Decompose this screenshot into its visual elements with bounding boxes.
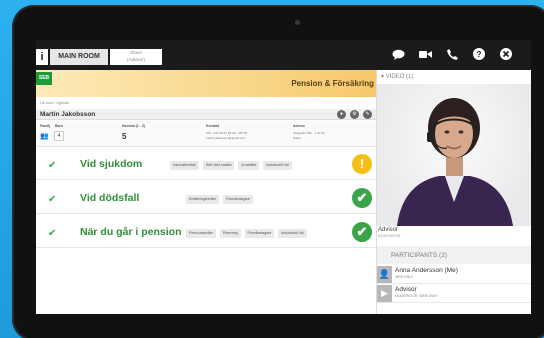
warning-icon: ! xyxy=(352,154,372,174)
chip[interactable]: Förmånstagare xyxy=(244,229,275,238)
breadcrumb[interactable]: Lär kunn › Agenda xyxy=(40,101,69,105)
row-chips: Inkomstbortfall Rätt vård snabbt Invalid… xyxy=(170,161,292,170)
video-camera-icon: ▶ xyxy=(377,285,392,302)
check-icon: ✔ xyxy=(48,194,57,205)
row-nar-du-gar-i-pension[interactable]: ✔ När du går i pension Pensionsnivåer Pl… xyxy=(36,218,376,248)
participant-row[interactable]: ▶ Advisor MODERATOR, WEB ONLY xyxy=(377,284,531,303)
kontakt-label: Kontakt xyxy=(206,124,220,128)
chip[interactable]: Invaliditet xyxy=(238,161,260,170)
background: i MAIN ROOM Share (Advisor) ? SEB Pensio… xyxy=(0,0,544,338)
chip[interactable]: Förmånstagare xyxy=(223,195,253,204)
participant-info: Advisor MODERATOR, WEB ONLY xyxy=(395,286,438,300)
settings-icon[interactable]: ⚙ xyxy=(350,110,359,119)
kontakt-email: martin.jakobsson@gmail.com xyxy=(206,136,246,140)
checkmark-circle-icon: ✔ xyxy=(352,222,372,242)
participant-role: MODERATOR, WEB ONLY xyxy=(395,294,438,298)
chip[interactable]: Rätt vård snabbt xyxy=(202,161,235,170)
barn-label: Barn xyxy=(55,124,63,128)
row-title: Vid sjukdom xyxy=(80,158,143,170)
video-header[interactable]: ▾ VIDEO (1) xyxy=(381,73,413,80)
video-feed[interactable] xyxy=(377,84,531,226)
familj-label: Familj xyxy=(40,124,51,128)
row-chips: Pensionsnivåer Placering Förmånstagare I… xyxy=(186,229,307,238)
person-name: Martin Jakobsson xyxy=(40,111,96,118)
video-header-label: VIDEO (1) xyxy=(385,74,414,80)
edit-icon[interactable]: ✎ xyxy=(363,110,372,119)
check-icon: ✔ xyxy=(48,160,57,171)
phone-icon[interactable] xyxy=(445,47,459,61)
top-bar: i MAIN ROOM Share (Advisor) ? xyxy=(36,40,531,70)
kontakt-phone: 070 - 123 45 67 89 08 · 987 65 xyxy=(206,131,248,135)
app-logo: i xyxy=(36,49,48,65)
row-vid-sjukdom[interactable]: ✔ Vid sjukdom Inkomstbortfall Rätt vård … xyxy=(36,150,376,180)
tab-main-room[interactable]: MAIN ROOM xyxy=(50,49,108,65)
video-camera-icon[interactable] xyxy=(418,47,432,61)
chip[interactable]: Inkomstbortfall xyxy=(170,161,199,170)
video-caption: Advisor MODERATOR xyxy=(378,227,400,239)
checkmark-circle-icon: ✔ xyxy=(352,188,372,208)
chip[interactable]: Ersättningsnivåer xyxy=(186,195,220,204)
app-screen: i MAIN ROOM Share (Advisor) ? SEB Pensio… xyxy=(36,40,531,314)
chip[interactable]: Placering xyxy=(219,229,241,238)
advisor-video-image xyxy=(397,98,513,226)
chat-icon[interactable] xyxy=(391,47,405,61)
check-icon: ✔ xyxy=(48,228,57,239)
kids-label: Hemma (1 - 3) xyxy=(122,124,145,128)
row-chips: Ersättningsnivåer Förmånstagare xyxy=(186,195,253,204)
video-caption-role: MODERATOR xyxy=(378,234,401,238)
person-header: Martin Jakobsson ● ⚙ ✎ xyxy=(36,109,376,120)
participant-row[interactable]: 👤 Anna Andersson (Me) WEB ONLY xyxy=(377,265,531,284)
adress-city: Gävle xyxy=(293,136,301,140)
participant-role: WEB ONLY xyxy=(395,275,414,279)
adress-label: Adress xyxy=(293,124,305,128)
chip[interactable]: Individuellt Val xyxy=(263,161,292,170)
seb-header: SEB Pension & Försäkring xyxy=(36,70,376,97)
shared-content: SEB Pension & Försäkring Lär kunn › Agen… xyxy=(36,70,376,314)
user-icon: 👤 xyxy=(377,266,392,283)
participant-name: Advisor xyxy=(395,286,417,293)
adress-street: Storgatan 18b · 1 40 20 xyxy=(293,131,325,135)
participants-header[interactable]: PARTICIPANTS (2) xyxy=(377,246,531,264)
person-actions: ● ⚙ ✎ xyxy=(337,110,372,119)
participant-name: Anna Andersson (Me) xyxy=(395,267,458,274)
side-panel: ▾ VIDEO (1) Advisor MODERATOR PARTICIPAN… xyxy=(376,70,531,314)
tab-share[interactable]: Share (Advisor) xyxy=(110,49,162,65)
tablet-camera xyxy=(295,20,300,25)
svg-text:?: ? xyxy=(477,50,482,59)
row-title: När du går i pension xyxy=(80,226,182,238)
chip[interactable]: Individuellt Val xyxy=(278,229,307,238)
participant-info: Anna Andersson (Me) WEB ONLY xyxy=(395,267,458,281)
kids-value: 5 xyxy=(122,132,127,141)
barn-value[interactable]: 4 xyxy=(54,131,64,141)
page-title: Pension & Försäkring xyxy=(291,79,374,88)
close-icon[interactable] xyxy=(499,47,513,61)
person-icon[interactable]: ● xyxy=(337,110,346,119)
row-title: Vid dödsfall xyxy=(80,192,140,204)
tab-share-owner: (Advisor) xyxy=(126,56,145,62)
chip[interactable]: Pensionsnivåer xyxy=(186,229,216,238)
toolbar-icons: ? xyxy=(391,47,513,61)
person-info: Familj Barn 👥 4 Hemma (1 - 3) 5 Kontakt … xyxy=(36,121,376,147)
help-icon[interactable]: ? xyxy=(472,47,486,61)
seb-logo: SEB xyxy=(36,72,52,85)
row-vid-dodsfall[interactable]: ✔ Vid dödsfall Ersättningsnivåer Förmåns… xyxy=(36,184,376,214)
family-icon: 👥 xyxy=(40,133,49,140)
